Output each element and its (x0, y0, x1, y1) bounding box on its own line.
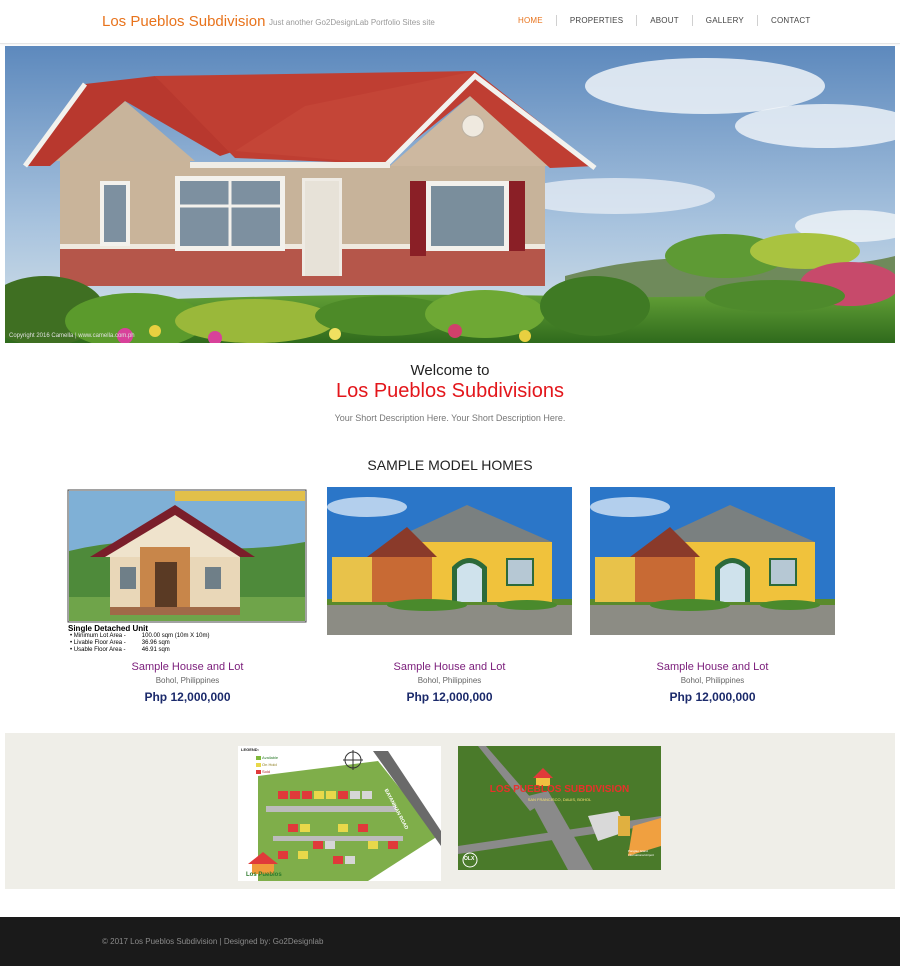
model-homes-title: SAMPLE MODEL HOMES (367, 457, 533, 473)
brochure-spec-row: • Usable Floor Area -46.91 sqm (70, 647, 170, 653)
card-title[interactable]: Sample House and Lot (590, 661, 835, 673)
card-location: Bohol, Philippines (680, 676, 745, 685)
welcome-title: Los Pueblos Subdivisions (336, 380, 564, 402)
nav-home[interactable]: HOME (505, 15, 557, 26)
yellow-house-image[interactable] (327, 487, 572, 635)
brochure-specs: • Minimum Lot Area -100.00 sqm (10m X 10… (70, 633, 209, 654)
spec-value: 100.00 sqm (10m X 10m) (141, 633, 210, 639)
card-price: Php 12,000,000 (144, 690, 231, 704)
footer-copyright: © 2017 Los Pueblos Subdivision | Designe… (102, 937, 324, 946)
site-plan-map[interactable]: LEGEND: Available On Hold Sold BAYANIHAN… (238, 746, 441, 881)
spec-value: 46.91 sqm (141, 647, 170, 653)
yellow-house-photo (327, 487, 572, 635)
card-location: Bohol, Philippines (417, 676, 482, 685)
vicinity-logo: LOS PUEBLOS SUBDIVISION (489, 784, 630, 795)
hero-credit: Copyright 2016 Camella | www.camella.com… (9, 333, 135, 339)
site-footer: © 2017 Los Pueblos Subdivision | Designe… (0, 917, 900, 966)
olx-badge: OLX (464, 856, 475, 862)
card-price: Php 12,000,000 (406, 690, 493, 704)
site-header: Los Pueblos Subdivision Just another Go2… (0, 0, 900, 44)
site-plan-logo: Los Pueblos (246, 872, 282, 878)
spec-label: Minimum Lot Area - (73, 633, 126, 639)
spec-value: 36.96 sqm (141, 640, 170, 646)
nav-contact[interactable]: CONTACT (758, 15, 823, 26)
legend-on-hold: On Hold (262, 762, 277, 767)
card-title[interactable]: Sample House and Lot (65, 661, 310, 673)
maps-section (5, 733, 895, 889)
vicinity-map[interactable]: LOS PUEBLOS SUBDIVISION SAN FRANCISCO, D… (458, 746, 661, 870)
nav-properties[interactable]: PROPERTIES (557, 15, 638, 26)
card-location: Bohol, Philippines (155, 676, 220, 685)
brochure-heading: Single Detached Unit (68, 624, 149, 633)
welcome-pretitle: Welcome to (410, 362, 490, 379)
welcome-description: Your Short Description Here. Your Short … (334, 413, 566, 423)
card-price: Php 12,000,000 (669, 690, 756, 704)
vicinity-airport-label: Panglao Island International Airport (628, 849, 655, 857)
brochure-spec-row: • Livable Floor Area -36.96 sqm (70, 640, 170, 646)
spec-label: Livable Floor Area - (73, 640, 126, 646)
legend-sold: Sold (262, 769, 271, 774)
main-nav: HOME PROPERTIES ABOUT GALLERY CONTACT (505, 15, 823, 26)
card-title[interactable]: Sample House and Lot (327, 661, 572, 673)
hero-house-image (5, 46, 895, 343)
nav-about[interactable]: ABOUT (637, 15, 693, 26)
site-brand[interactable]: Los Pueblos Subdivision (102, 13, 265, 30)
vicinity-sublogo: SAN FRANCISCO, DAUIS, BOHOL (527, 797, 592, 802)
brochure-image[interactable]: Single Detached Unit • Minimum Lot Area … (65, 487, 310, 655)
spec-label: Usable Floor Area - (73, 647, 126, 653)
brochure-spec-row: • Minimum Lot Area -100.00 sqm (10m X 10… (70, 633, 210, 639)
yellow-house-image[interactable] (590, 487, 835, 635)
yellow-house-photo (590, 487, 835, 635)
legend-available: Available (262, 755, 279, 760)
hero-banner: Copyright 2016 Camella | www.camella.com… (5, 46, 895, 343)
site-tagline: Just another Go2DesignLab Portfolio Site… (269, 18, 435, 27)
site-plan-legend-title: LEGEND: (241, 747, 259, 752)
nav-gallery[interactable]: GALLERY (693, 15, 758, 26)
